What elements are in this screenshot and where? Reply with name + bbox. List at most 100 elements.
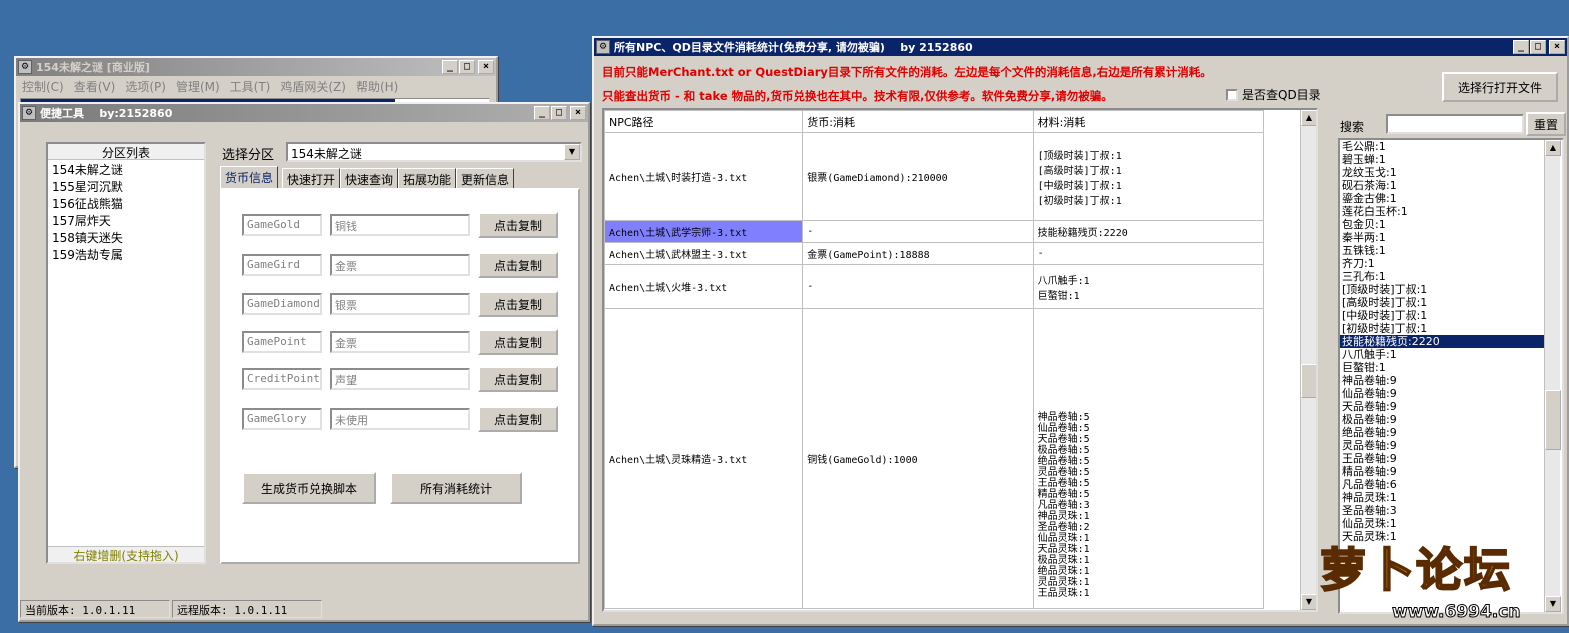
main-window-titlebar[interactable]: ⚙ 154未解之谜 [商业版] _ □ × bbox=[16, 58, 496, 76]
partition-list[interactable]: 分区列表 154未解之谜 155星河沉默 156征战熊猫 157屌炸天 158镇… bbox=[46, 142, 206, 564]
summary-item[interactable]: 神品卷轴:9 bbox=[1340, 374, 1546, 387]
table-row[interactable]: Achen\土城\灵珠精造-3.txt 铜钱(GameGold):1000 神品… bbox=[604, 308, 1265, 609]
summary-item[interactable]: 毛公鼎:1 bbox=[1340, 140, 1546, 153]
tab-update-info[interactable]: 更新信息 bbox=[456, 168, 515, 190]
menu-help[interactable]: 帮助(H) bbox=[356, 78, 398, 95]
summary-item[interactable]: 精品卷轴:9 bbox=[1340, 465, 1546, 478]
partition-item[interactable]: 155星河沉默 bbox=[50, 178, 202, 195]
chevron-down-icon[interactable]: ▼ bbox=[564, 144, 580, 160]
summary-item[interactable]: 王品卷轴:9 bbox=[1340, 452, 1546, 465]
partition-item[interactable]: 158镇天迷失 bbox=[50, 229, 202, 246]
currency-name-field[interactable]: 未使用 bbox=[330, 408, 470, 430]
minimize-button[interactable]: _ bbox=[534, 106, 550, 120]
summary-item[interactable]: 凡品卷轴:6 bbox=[1340, 478, 1546, 491]
tab-quick-open[interactable]: 快速打开 bbox=[282, 168, 341, 190]
currency-name-field[interactable]: 铜钱 bbox=[330, 214, 470, 236]
partition-select[interactable]: 154未解之谜 ▼ bbox=[286, 142, 582, 162]
summary-item[interactable]: 仙品卷轴:9 bbox=[1340, 387, 1546, 400]
summary-item[interactable]: 巨螯钳:1 bbox=[1340, 361, 1546, 374]
menu-manage[interactable]: 管理(M) bbox=[176, 78, 220, 95]
reset-button[interactable]: 重置 bbox=[1526, 112, 1566, 136]
summary-item[interactable]: 灵品卷轴:9 bbox=[1340, 439, 1546, 452]
copy-button[interactable]: 点击复制 bbox=[478, 406, 558, 432]
tab-extensions[interactable]: 拓展功能 bbox=[398, 168, 457, 190]
qd-checkbox[interactable] bbox=[1226, 88, 1238, 101]
currency-code-field[interactable]: GameGird bbox=[242, 254, 322, 276]
table-row[interactable]: Achen\土城\火堆-3.txt - 八爪触手:1 巨螯钳:1 bbox=[604, 264, 1265, 309]
maximize-button[interactable]: □ bbox=[551, 106, 567, 120]
partition-item[interactable]: 159浩劫专属 bbox=[50, 246, 202, 263]
summary-item[interactable]: 五铢钱:1 bbox=[1340, 244, 1546, 257]
qd-checkbox-row[interactable]: 是否查QD目录 bbox=[1226, 86, 1321, 103]
minimize-button[interactable]: _ bbox=[442, 60, 458, 74]
scroll-up-arrow[interactable]: ▲ bbox=[1545, 140, 1561, 156]
table-row[interactable]: Achen\土城\时装打造-3.txt 银票(GameDiamond):2100… bbox=[604, 132, 1265, 221]
all-consumption-button[interactable]: 所有消耗统计 bbox=[390, 472, 522, 504]
currency-code-field[interactable]: GameGold bbox=[242, 214, 322, 236]
summary-item[interactable]: 齐刀:1 bbox=[1340, 257, 1546, 270]
currency-code-field[interactable]: GamePoint bbox=[242, 331, 322, 353]
column-header-path[interactable]: NPC路径 bbox=[604, 110, 804, 133]
copy-button[interactable]: 点击复制 bbox=[478, 366, 558, 392]
scroll-thumb[interactable] bbox=[1545, 390, 1561, 450]
currency-code-field[interactable]: GameGlory bbox=[242, 408, 322, 430]
column-header-currency[interactable]: 货币:消耗 bbox=[802, 110, 1034, 133]
open-file-button[interactable]: 选择行打开文件 bbox=[1442, 72, 1558, 102]
summary-item[interactable]: 绝品卷轴:9 bbox=[1340, 426, 1546, 439]
summary-item[interactable]: 仙品灵珠:1 bbox=[1340, 517, 1546, 530]
copy-button[interactable]: 点击复制 bbox=[478, 212, 558, 238]
close-button[interactable]: × bbox=[570, 106, 586, 120]
generate-script-button[interactable]: 生成货币兑换脚本 bbox=[242, 472, 376, 504]
tab-currency-info[interactable]: 货币信息 bbox=[220, 166, 279, 190]
summary-item[interactable]: 包金贝:1 bbox=[1340, 218, 1546, 231]
summary-item[interactable]: 八爪触手:1 bbox=[1340, 348, 1546, 361]
stats-window-titlebar[interactable]: ⚙ 所有NPC、QD目录文件消耗统计(免费分享, 请勿被骗) by 215286… bbox=[594, 38, 1567, 56]
summary-item[interactable]: [初级时装]丁叔:1 bbox=[1340, 322, 1546, 335]
maximize-button[interactable]: □ bbox=[459, 60, 475, 74]
summary-item[interactable]: [中级时装]丁叔:1 bbox=[1340, 309, 1546, 322]
summary-item[interactable]: 天品卷轴:9 bbox=[1340, 400, 1546, 413]
partition-item[interactable]: 156征战熊猫 bbox=[50, 195, 202, 212]
currency-code-field[interactable]: GameDiamond bbox=[242, 293, 322, 315]
currency-code-field[interactable]: CreditPoint bbox=[242, 368, 322, 390]
summary-item[interactable]: 技能秘籍残页:2220 bbox=[1340, 335, 1546, 348]
tab-quick-query[interactable]: 快速查询 bbox=[340, 168, 399, 190]
summary-item[interactable]: 圣品卷轴:3 bbox=[1340, 504, 1546, 517]
menu-control[interactable]: 控制(C) bbox=[22, 78, 64, 95]
copy-button[interactable]: 点击复制 bbox=[478, 252, 558, 278]
table-row[interactable]: Achen\土城\武林盟主-3.txt 金票(GamePoint):18888 … bbox=[604, 242, 1265, 265]
close-button[interactable]: × bbox=[1549, 40, 1565, 54]
column-header-materials[interactable]: 材料:消耗 bbox=[1032, 110, 1265, 133]
summary-item[interactable]: 秦半两:1 bbox=[1340, 231, 1546, 244]
menu-tools[interactable]: 工具(T) bbox=[230, 78, 271, 95]
maximize-button[interactable]: □ bbox=[1530, 40, 1546, 54]
partition-item[interactable]: 157屌炸天 bbox=[50, 212, 202, 229]
minimize-button[interactable]: _ bbox=[1513, 40, 1529, 54]
summary-item[interactable]: 神品灵珠:1 bbox=[1340, 491, 1546, 504]
scroll-thumb[interactable] bbox=[1301, 364, 1316, 398]
currency-name-field[interactable]: 声望 bbox=[330, 368, 470, 390]
menu-view[interactable]: 查看(V) bbox=[74, 78, 116, 95]
summary-item[interactable]: 龙纹玉戈:1 bbox=[1340, 166, 1546, 179]
tool-window-titlebar[interactable]: ⚙ 便捷工具 by:2152860 _ □ × bbox=[20, 104, 588, 122]
summary-item[interactable]: 莲花白玉杯:1 bbox=[1340, 205, 1546, 218]
scroll-up-arrow[interactable]: ▲ bbox=[1301, 110, 1316, 126]
menu-gateway[interactable]: 鸡盾网关(Z) bbox=[280, 78, 346, 95]
table-row[interactable]: Achen\土城\武学宗师-3.txt - 技能秘籍残页:2220 bbox=[604, 220, 1265, 243]
summary-item[interactable]: [高级时装]丁叔:1 bbox=[1340, 296, 1546, 309]
currency-name-field[interactable]: 金票 bbox=[330, 254, 470, 276]
copy-button[interactable]: 点击复制 bbox=[478, 329, 558, 355]
summary-item[interactable]: 砚石茶海:1 bbox=[1340, 179, 1546, 192]
summary-item[interactable]: 极品卷轴:9 bbox=[1340, 413, 1546, 426]
summary-item[interactable]: [顶级时装]丁叔:1 bbox=[1340, 283, 1546, 296]
menu-options[interactable]: 选项(P) bbox=[125, 78, 166, 95]
close-button[interactable]: × bbox=[478, 60, 494, 74]
currency-name-field[interactable]: 金票 bbox=[330, 331, 470, 353]
search-input[interactable] bbox=[1386, 114, 1524, 134]
copy-button[interactable]: 点击复制 bbox=[478, 291, 558, 317]
summary-item[interactable]: 三孔布:1 bbox=[1340, 270, 1546, 283]
stats-table[interactable]: NPC路径 货币:消耗 材料:消耗 Achen\土城\时装打造-3.txt 银票… bbox=[602, 108, 1318, 612]
summary-item[interactable]: 碧玉蝉:1 bbox=[1340, 153, 1546, 166]
summary-item[interactable]: 鎏金古佛:1 bbox=[1340, 192, 1546, 205]
partition-item[interactable]: 154未解之谜 bbox=[50, 161, 202, 178]
